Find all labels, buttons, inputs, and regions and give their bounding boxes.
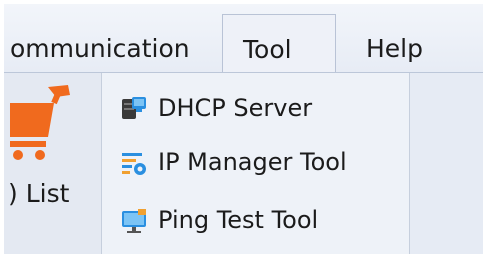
dhcp-server-label: DHCP Server [158,94,313,122]
list-button-label[interactable]: ) List [8,179,69,209]
ip-manager-tool-label: IP Manager Tool [158,148,347,176]
dhcp-server-icon [122,97,146,119]
menu-item-ping-test-tool[interactable]: Ping Test Tool [116,201,406,241]
tool-dropdown-menu: DHCP Server IP Manager Tool Ping Test To… [101,73,410,254]
ribbon-left-group: ) List [4,73,101,254]
ping-test-tool-label: Ping Test Tool [158,206,319,234]
ip-manager-icon [122,153,146,175]
menu-item-ip-manager-tool[interactable]: IP Manager Tool [116,143,406,183]
menu-communication[interactable]: ommunication [10,34,190,64]
ping-monitor-icon [122,209,146,233]
menu-tool[interactable]: Tool [243,35,292,65]
ribbon-right-area [410,73,483,254]
shopping-cart-icon[interactable] [10,81,72,161]
menu-tool-active-tab[interactable]: Tool [222,14,336,72]
menu-item-dhcp-server[interactable]: DHCP Server [116,89,406,129]
window-frame: ommunication Tool Help ) List DHCP Serve… [0,0,483,254]
menu-bar: ommunication Tool Help [4,4,483,73]
menu-help[interactable]: Help [366,34,423,64]
